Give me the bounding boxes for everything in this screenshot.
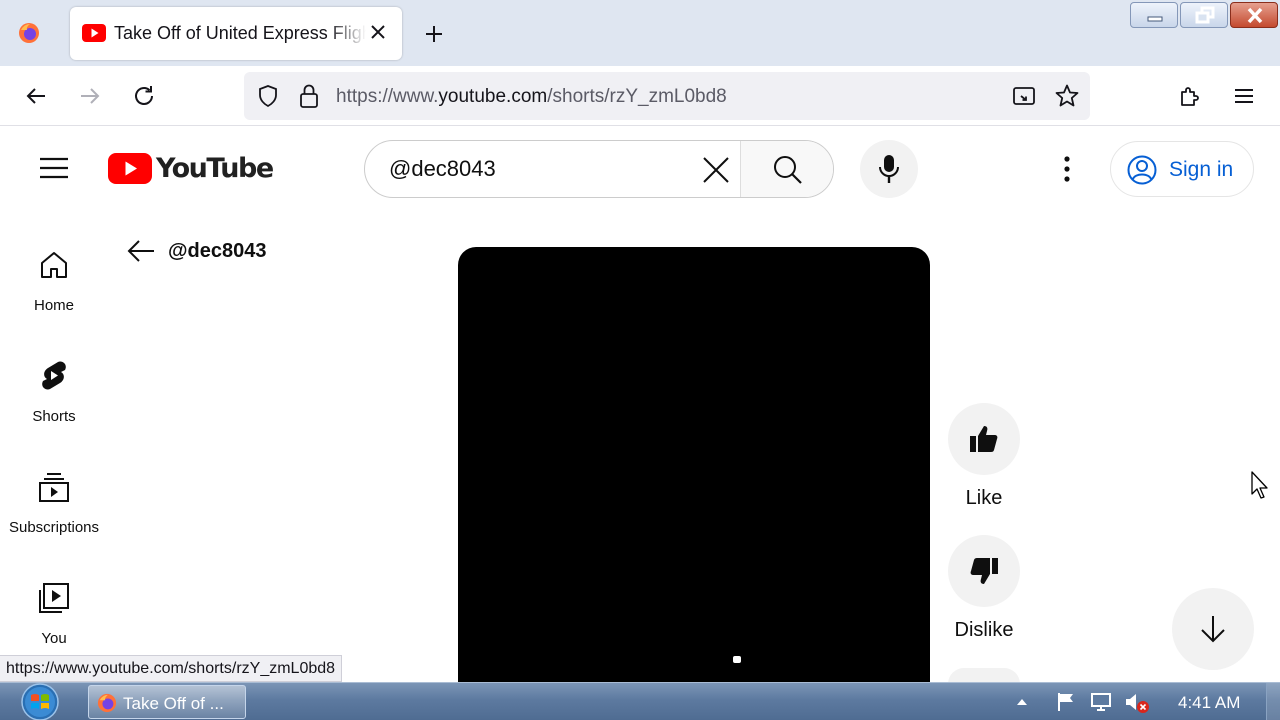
- url-path: /shorts/rzY_zmL0bd8: [547, 86, 727, 107]
- windows-start-icon[interactable]: [16, 683, 64, 720]
- youtube-favicon-icon: [82, 24, 106, 42]
- mouse-cursor-icon: [1251, 471, 1268, 499]
- bookmark-star-icon[interactable]: [1054, 83, 1080, 109]
- address-bar[interactable]: https://www.youtube.com/shorts/rzY_zmL0b…: [244, 72, 1090, 120]
- search-button[interactable]: [740, 141, 833, 197]
- thumbs-up-icon: [970, 426, 998, 452]
- restore-icon: [1195, 6, 1215, 24]
- url-text[interactable]: https://www.youtube.com/shorts/rzY_zmL0b…: [336, 86, 727, 108]
- firefox-icon: [97, 693, 117, 713]
- dislike-label: Dislike: [954, 619, 1014, 641]
- close-tab-icon[interactable]: [368, 22, 388, 42]
- channel-handle[interactable]: @dec8043: [168, 240, 266, 263]
- extensions-icon[interactable]: [1178, 84, 1202, 108]
- taskbar-firefox-window[interactable]: Take Off of ...: [88, 685, 246, 719]
- sidebar-item-label: Shorts: [32, 408, 76, 425]
- account-circle-icon: [1127, 155, 1157, 185]
- sidebar-item-label: Subscriptions: [8, 519, 100, 536]
- minimize-icon: [1147, 16, 1163, 22]
- youtube-logo-text: YouTube: [156, 152, 274, 184]
- close-window-button[interactable]: [1230, 2, 1278, 28]
- video-frame-detail: [733, 656, 741, 663]
- microphone-icon: [879, 155, 899, 183]
- forward-arrow-icon[interactable]: [78, 84, 102, 108]
- reload-icon[interactable]: [132, 84, 156, 108]
- like-button[interactable]: [948, 403, 1020, 475]
- like-label: Like: [965, 487, 1003, 509]
- back-arrow-icon[interactable]: [24, 84, 48, 108]
- sidebar-item-shorts[interactable]: Shorts: [0, 332, 108, 432]
- window-controls: [1130, 2, 1278, 30]
- sign-in-button[interactable]: Sign in: [1110, 141, 1254, 197]
- dislike-button[interactable]: [948, 535, 1020, 607]
- like-action: Like: [948, 403, 1020, 510]
- dislike-action: Dislike: [948, 535, 1020, 642]
- shorts-video-player[interactable]: [458, 247, 930, 687]
- firefox-icon[interactable]: [18, 22, 40, 44]
- volume-muted-icon[interactable]: [1124, 692, 1150, 714]
- sign-in-label: Sign in: [1169, 158, 1234, 181]
- subscriptions-icon: [39, 473, 69, 502]
- search-input[interactable]: [365, 141, 740, 197]
- minimize-button[interactable]: [1130, 2, 1178, 28]
- guide-menu-icon[interactable]: [40, 157, 68, 179]
- picture-in-picture-icon[interactable]: [1012, 84, 1036, 108]
- lock-icon[interactable]: [298, 83, 320, 109]
- sidebar-item-you[interactable]: You: [0, 554, 108, 654]
- close-icon: [1247, 7, 1263, 24]
- action-center-flag-icon[interactable]: [1056, 692, 1076, 712]
- your-channel-icon: [39, 583, 69, 613]
- search-box: [364, 140, 834, 198]
- search-icon: [774, 156, 802, 184]
- url-prefix: https://www.: [336, 86, 439, 107]
- link-status-overlay: https://www.youtube.com/shorts/rzY_zmL0b…: [0, 655, 343, 682]
- youtube-logo[interactable]: YouTube: [108, 152, 274, 184]
- sidebar-item-label: You: [41, 630, 67, 647]
- restore-button[interactable]: [1180, 2, 1228, 28]
- sidebar-item-label: Home: [33, 297, 74, 314]
- youtube-header: YouTube Sign in: [0, 127, 1280, 213]
- browser-tab[interactable]: Take Off of United Express Flight: [70, 7, 402, 60]
- windows-taskbar: Take Off of ... 4:41 AM: [0, 682, 1280, 720]
- voice-search-button[interactable]: [860, 140, 918, 198]
- tab-title: Take Off of United Express Flight: [114, 23, 366, 43]
- more-options-icon[interactable]: [1054, 153, 1080, 185]
- clear-search-icon[interactable]: [701, 155, 731, 185]
- shorts-icon: [42, 361, 66, 390]
- back-arrow-icon[interactable]: [126, 236, 156, 266]
- shield-icon[interactable]: [256, 84, 280, 108]
- taskbar-clock[interactable]: 4:41 AM: [1178, 693, 1240, 713]
- network-icon[interactable]: [1090, 692, 1112, 712]
- sidebar-item-home[interactable]: Home: [0, 221, 108, 321]
- show-desktop-button[interactable]: [1266, 683, 1280, 720]
- url-host: youtube.com: [438, 86, 548, 107]
- tray-expand-icon[interactable]: [1016, 698, 1028, 706]
- browser-navbar: https://www.youtube.com/shorts/rzY_zmL0b…: [0, 66, 1280, 126]
- new-tab-icon[interactable]: [422, 22, 446, 46]
- app-menu-icon[interactable]: [1232, 84, 1256, 108]
- thumbs-down-icon: [970, 558, 998, 584]
- browser-titlebar: Take Off of United Express Flight: [0, 0, 1280, 66]
- arrow-down-icon: [1201, 616, 1225, 643]
- sidebar-item-subscriptions[interactable]: Subscriptions: [0, 443, 108, 543]
- home-icon: [41, 252, 67, 278]
- taskbar-window-label: Take Off of ...: [123, 694, 224, 713]
- next-short-button[interactable]: [1172, 588, 1254, 670]
- youtube-play-icon: [108, 152, 152, 184]
